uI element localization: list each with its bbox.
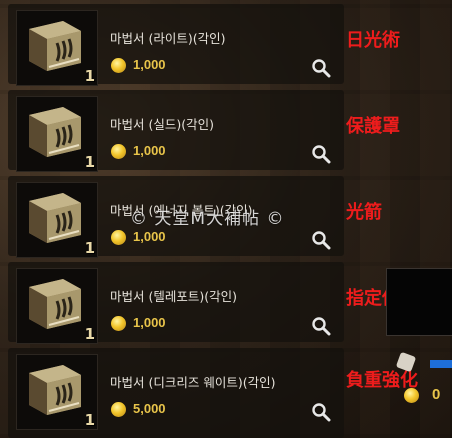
item-slot[interactable]: 1: [16, 10, 98, 86]
item-slot[interactable]: 1: [16, 182, 98, 258]
item-quantity: 1: [84, 67, 95, 85]
list-item[interactable]: 1 마법서 (라이트)(각인) 1,000: [8, 4, 344, 86]
watermark: © 天堂M大補帖 ©: [130, 209, 285, 229]
spellbook-icon: [29, 279, 81, 329]
annotation-label: 日光術: [346, 30, 400, 51]
gold-coin-icon: [111, 402, 126, 417]
item-quantity: 1: [84, 325, 95, 343]
item-price: 1,000: [133, 315, 166, 330]
item-price: 1,000: [133, 229, 166, 244]
item-quantity: 1: [84, 153, 95, 171]
item-price: 1,000: [133, 143, 166, 158]
gold-coin-icon: [111, 144, 126, 159]
spellbook-icon: [29, 21, 81, 71]
item-quantity: 1: [84, 411, 95, 429]
list-item[interactable]: 1 마법서 (디크리즈 웨이트)(각인) 5,000: [8, 348, 344, 438]
spellbook-icon: [29, 107, 81, 157]
gold-coin-icon: [404, 388, 419, 403]
magnifier-icon[interactable]: [311, 316, 331, 336]
item-slot[interactable]: 1: [16, 96, 98, 172]
list-item[interactable]: 1 마법서 (실드)(각인) 1,000: [8, 90, 344, 172]
list-item[interactable]: 1 마법서 (텔레포트)(각인) 1,000: [8, 262, 344, 344]
item-slot[interactable]: 1: [16, 268, 98, 344]
spellbook-icon: [29, 365, 81, 415]
annotation-label: 光箭: [346, 202, 382, 223]
item-name: 마법서 (디크리즈 웨이트)(각인): [110, 375, 276, 390]
item-name: 마법서 (실드)(각인): [110, 117, 214, 132]
annotation-label: 保護罩: [346, 116, 400, 137]
item-slot[interactable]: 1: [16, 354, 98, 430]
item-price: 5,000: [133, 401, 166, 416]
gold-coin-icon: [111, 58, 126, 73]
gold-coin-icon: [111, 316, 126, 331]
item-name: 마법서 (텔레포트)(각인): [110, 289, 237, 304]
item-name: 마법서 (라이트)(각인): [110, 31, 226, 46]
magnifier-icon[interactable]: [311, 144, 331, 164]
shop-screen: 1 마법서 (라이트)(각인) 1,000 1 마법서 (실드)(각인) 1,0…: [0, 0, 452, 438]
item-quantity: 1: [84, 239, 95, 257]
side-price: 0: [432, 386, 441, 403]
magnifier-icon[interactable]: [311, 230, 331, 250]
side-progress-bar: [430, 360, 452, 368]
gold-coin-icon: [111, 230, 126, 245]
side-panel: [386, 268, 452, 336]
magnifier-icon[interactable]: [311, 402, 331, 422]
magnifier-icon[interactable]: [311, 58, 331, 78]
spellbook-icon: [29, 193, 81, 243]
item-price: 1,000: [133, 57, 166, 72]
